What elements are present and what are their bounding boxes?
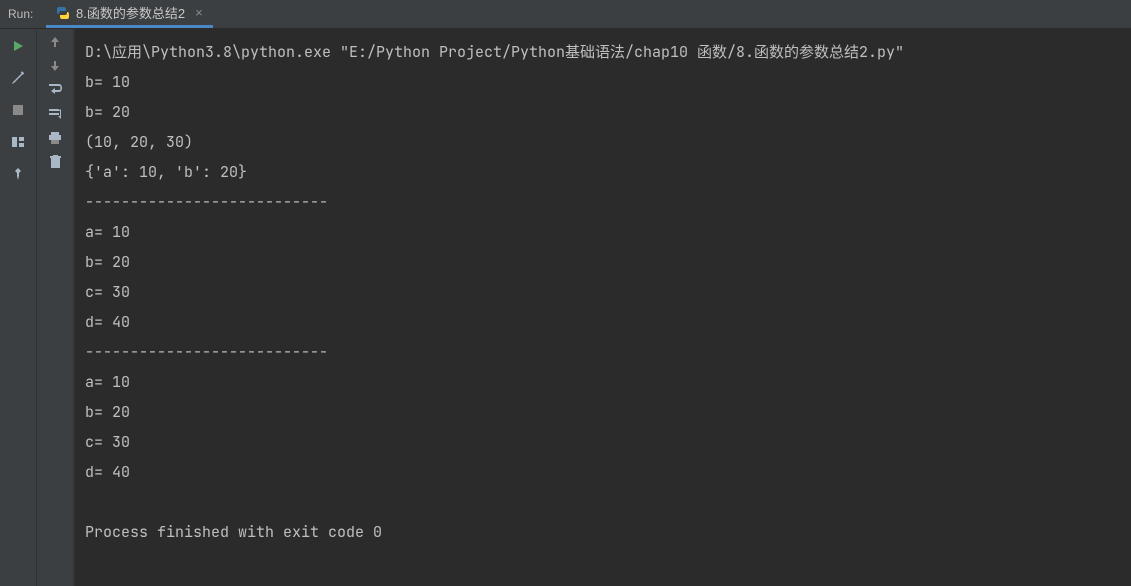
run-tab-title: 8.函数的参数总结2 xyxy=(76,3,185,22)
soft-wrap-button[interactable] xyxy=(47,83,63,97)
print-button[interactable] xyxy=(48,131,62,145)
run-tool-column-left xyxy=(0,29,36,586)
up-arrow-icon[interactable] xyxy=(48,35,62,49)
scroll-to-end-button[interactable] xyxy=(47,107,63,121)
python-file-icon xyxy=(56,6,70,20)
run-label: Run: xyxy=(0,0,46,28)
pin-button[interactable] xyxy=(7,163,29,185)
run-tab-active[interactable]: 8.函数的参数总结2 × xyxy=(46,0,213,28)
console-command-line: D:\应用\Python3.8\python.exe "E:/Python Pr… xyxy=(85,42,904,62)
run-tool-column-right xyxy=(36,29,73,586)
run-tabbar: Run: 8.函数的参数总结2 × xyxy=(0,0,1131,29)
console-lines: b= 10 b= 20 (10, 20, 30) {'a': 10, 'b': … xyxy=(85,72,382,542)
down-arrow-icon[interactable] xyxy=(48,59,62,73)
trash-button[interactable] xyxy=(49,155,62,169)
settings-button[interactable] xyxy=(7,67,29,89)
console-output[interactable]: D:\应用\Python3.8\python.exe "E:/Python Pr… xyxy=(75,29,1131,586)
run-panel-body: D:\应用\Python3.8\python.exe "E:/Python Pr… xyxy=(0,29,1131,586)
layout-button[interactable] xyxy=(7,131,29,153)
close-icon[interactable]: × xyxy=(195,5,203,20)
rerun-button[interactable] xyxy=(7,35,29,57)
stop-button[interactable] xyxy=(7,99,29,121)
